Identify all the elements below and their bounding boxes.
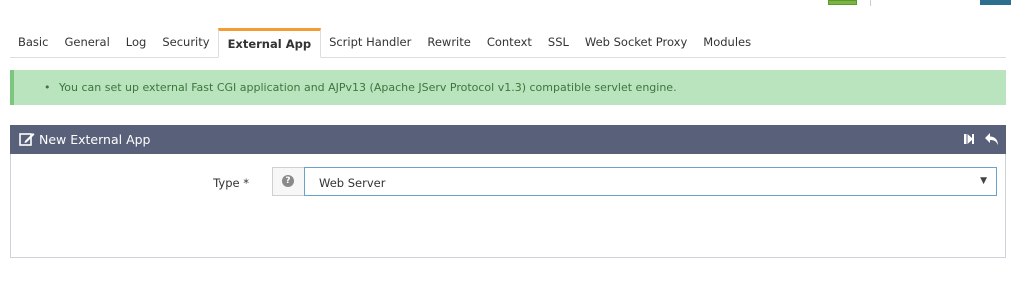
info-message: You can set up external Fast CGI applica… [59,81,677,94]
type-select-value: Web Server [319,176,386,190]
info-alert: • You can set up external Fast CGI appli… [10,70,1006,105]
back-icon[interactable] [984,131,1000,147]
tab-ssl[interactable]: SSL [540,29,577,57]
divider [870,0,871,6]
tab-general[interactable]: General [56,29,117,57]
tab-rewrite[interactable]: Rewrite [419,29,478,57]
bullet-icon: • [44,81,51,94]
type-select[interactable]: Web Server ▼ [304,167,997,196]
tab-context[interactable]: Context [479,29,540,57]
tab-web-socket-proxy[interactable]: Web Socket Proxy [577,29,695,57]
status-badge [828,0,857,5]
tab-external-app[interactable]: External App [217,28,322,58]
tab-modules[interactable]: Modules [695,29,759,57]
help-icon: ? [282,175,294,187]
type-label: Type * [213,176,249,190]
chevron-down-icon: ▼ [980,176,987,186]
tab-script-handler[interactable]: Script Handler [321,29,419,57]
edit-icon [19,133,35,146]
save-icon[interactable] [961,131,977,147]
tab-security[interactable]: Security [154,29,217,57]
top-status-strip [0,0,1024,10]
tab-bar: Basic General Log Security External App … [10,28,1006,58]
action-badge[interactable] [980,0,1011,5]
tab-basic[interactable]: Basic [10,29,56,57]
tab-log[interactable]: Log [118,29,155,57]
panel-header: New External App [10,125,1006,154]
panel-title: New External App [39,132,151,147]
help-button[interactable]: ? [272,167,304,196]
external-app-panel: New External App Type * ? Web Server ▼ [10,125,1006,258]
